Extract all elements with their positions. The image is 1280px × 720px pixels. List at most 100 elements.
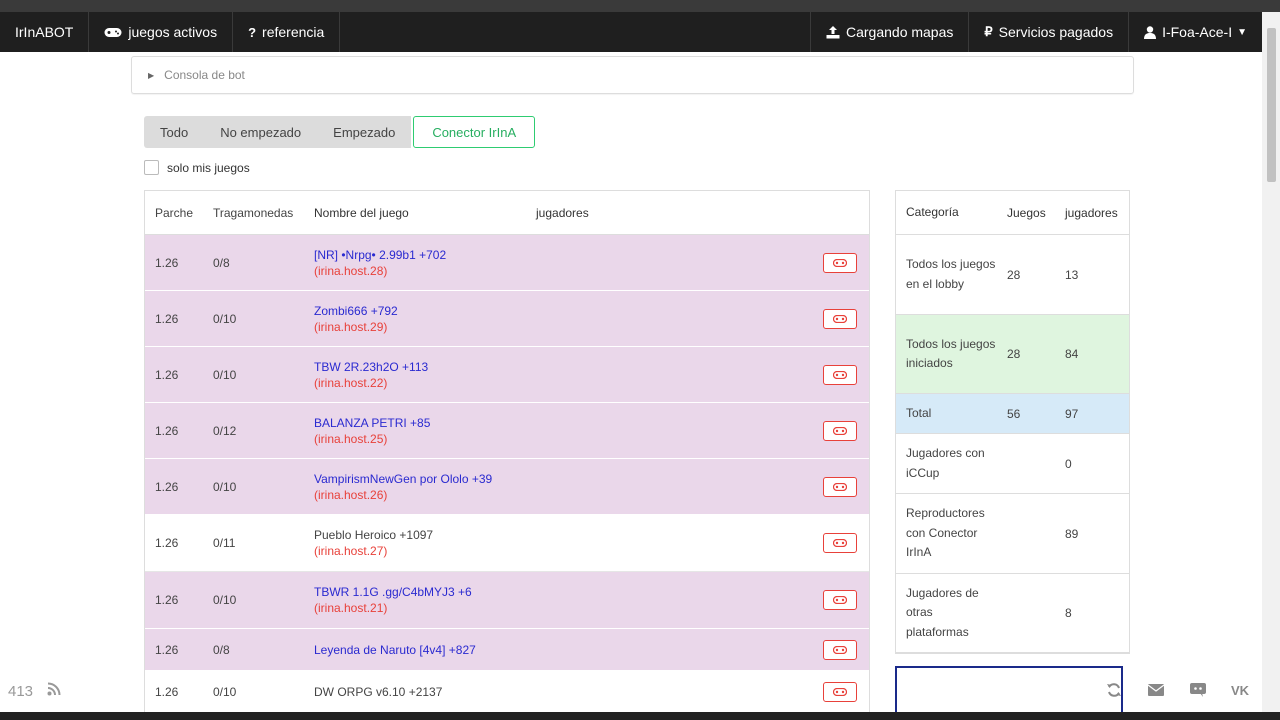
row-game: Pueblo Heroico +1097 (irina.host.27) <box>304 528 526 558</box>
game-name-link[interactable]: DW ORPG v6.10 +2137 <box>314 685 526 699</box>
table-row: 1.26 0/10 VampirismNewGen por Ololo +39 (ir… <box>145 459 869 515</box>
stats-players: 8 <box>1065 606 1072 620</box>
join-game-button[interactable] <box>823 533 857 553</box>
stats-players: 97 <box>1065 406 1079 421</box>
vk-icon[interactable]: VK <box>1230 680 1250 700</box>
game-name-link[interactable]: Leyenda de Naruto [4v4] +827 <box>314 643 526 657</box>
social-links: VK <box>1104 680 1250 700</box>
gamepad-icon <box>833 539 847 547</box>
row-patch: 1.26 <box>155 255 179 270</box>
nav-reference-label: referencia <box>262 24 325 40</box>
gamepad-icon <box>833 645 847 654</box>
game-name-link[interactable]: [NR] •Nrpg• 2.99b1 +702 <box>314 248 526 262</box>
table-row: 1.26 0/8 [NR] •Nrpg• 2.99b1 +702 (irina.hos… <box>145 235 869 291</box>
page-scrollbar[interactable] <box>1262 12 1280 720</box>
table-row: 1.26 0/10 DW ORPG v6.10 +2137 <box>145 671 869 713</box>
nav-active-games[interactable]: juegos activos <box>89 12 234 52</box>
tab-irina-connector[interactable]: Conector IrInA <box>413 116 536 148</box>
join-game-button[interactable] <box>823 476 857 497</box>
tab-all[interactable]: Todo <box>144 116 204 148</box>
bot-console-panel[interactable]: ▶ Consola de bot <box>131 56 1134 94</box>
gamepad-icon <box>833 482 847 491</box>
game-host: (irina.host.26) <box>314 487 388 502</box>
games-table-header: Parche Tragamonedas Nombre del juego jug… <box>145 191 869 235</box>
header-category: Categoría <box>906 204 959 219</box>
top-navbar: IrInABOT juegos activos ? referencia Car… <box>0 12 1262 52</box>
stats-games: 28 <box>1007 267 1021 282</box>
join-game-button[interactable] <box>823 308 857 329</box>
join-game-button[interactable] <box>823 639 857 660</box>
game-name-link[interactable]: Zombi666 +792 <box>314 304 526 318</box>
game-filter-tabs: Todo No empezado Empezado Conector IrInA <box>144 116 536 148</box>
discord-icon[interactable] <box>1188 680 1208 700</box>
refresh-icon[interactable] <box>1104 680 1124 700</box>
row-game: [NR] •Nrpg• 2.99b1 +702 (irina.host.28) <box>304 248 526 278</box>
row-patch: 1.26 <box>155 642 179 657</box>
table-row: 1.26 0/8 Leyenda de Naruto [4v4] +827 <box>145 629 869 671</box>
join-game-button[interactable] <box>823 590 857 610</box>
row-game: Leyenda de Naruto [4v4] +827 <box>304 643 526 657</box>
rss-icon[interactable] <box>47 682 61 700</box>
row-slots: 0/10 <box>213 367 237 382</box>
game-name-link[interactable]: Pueblo Heroico +1097 <box>314 528 526 542</box>
stats-category: Total <box>906 405 932 420</box>
stats-category: Jugadores con iCCup <box>906 446 985 480</box>
row-slots: 0/10 <box>213 593 237 607</box>
join-game-button[interactable] <box>823 252 857 273</box>
scrollbar-thumb[interactable] <box>1267 28 1276 182</box>
row-game: TBWR 1.1G .gg/C4bMYJ3 +6 (irina.host.21) <box>304 585 526 615</box>
header-players: jugadores <box>536 205 589 220</box>
mail-icon[interactable] <box>1146 680 1166 700</box>
stats-category: Jugadores de otras plataformas <box>906 585 979 639</box>
stats-row: Jugadores de otras plataformas 8 <box>896 574 1129 653</box>
stats-games: 56 <box>1007 406 1021 421</box>
tab-started[interactable]: Empezado <box>317 116 411 148</box>
ruble-icon: ₽ <box>984 24 993 39</box>
nav-paid-services[interactable]: ₽ Servicios pagados <box>968 12 1128 52</box>
games-table: Parche Tragamonedas Nombre del juego jug… <box>144 190 870 720</box>
game-name-link[interactable]: VampirismNewGen por Ololo +39 <box>314 472 526 486</box>
nav-loading-maps[interactable]: Cargando mapas <box>809 12 968 52</box>
join-game-button[interactable] <box>823 420 857 441</box>
brand-label: IrInABOT <box>15 24 74 40</box>
game-host: (irina.host.22) <box>314 375 388 390</box>
table-row: 1.26 0/12 BALANZA PETRI +85 (irina.host.25) <box>145 403 869 459</box>
join-game-button[interactable] <box>823 681 857 702</box>
gamepad-icon <box>833 596 847 604</box>
gamepad-icon <box>833 426 847 435</box>
tab-not-started[interactable]: No empezado <box>204 116 317 148</box>
header-stats-players: jugadores <box>1065 205 1118 220</box>
join-game-button[interactable] <box>823 364 857 385</box>
row-patch: 1.26 <box>155 311 179 326</box>
table-row: 1.26 0/10 Zombi666 +792 (irina.host.29) <box>145 291 869 347</box>
row-slots: 0/10 <box>213 311 237 326</box>
game-name-link[interactable]: BALANZA PETRI +85 <box>314 416 526 430</box>
only-my-games-checkbox[interactable] <box>144 160 159 175</box>
nav-reference[interactable]: ? referencia <box>233 12 341 52</box>
user-menu[interactable]: I-Foa-Ace-I ▼ <box>1128 12 1262 52</box>
game-host: (irina.host.29) <box>314 319 388 334</box>
game-name-link[interactable]: TBWR 1.1G .gg/C4bMYJ3 +6 <box>314 585 526 599</box>
stats-table-header: Categoría Juegos jugadores <box>896 191 1129 235</box>
stats-players: 89 <box>1065 526 1079 541</box>
row-slots: 0/8 <box>213 255 230 270</box>
game-host: (irina.host.21) <box>314 601 388 615</box>
games-table-body: 1.26 0/8 [NR] •Nrpg• 2.99b1 +702 (irina.hos… <box>145 235 869 713</box>
window-top-strip <box>0 0 1280 12</box>
brand-link[interactable]: IrInABOT <box>0 12 90 52</box>
game-host: (irina.host.25) <box>314 431 388 446</box>
user-icon <box>1144 25 1157 39</box>
stats-row: Total 56 97 <box>896 394 1129 434</box>
question-icon: ? <box>248 24 257 40</box>
game-name-link[interactable]: TBW 2R.23h2O +113 <box>314 360 526 374</box>
online-counter: 413 <box>8 682 61 700</box>
gamepad-icon <box>833 314 847 323</box>
header-game-name: Nombre del juego <box>314 205 409 220</box>
stats-row: Todos los juegos iniciados 28 84 <box>896 315 1129 394</box>
stats-category: Todos los juegos en el lobby <box>906 257 996 291</box>
gamepad-icon <box>104 27 122 38</box>
upload-icon <box>826 25 840 39</box>
user-name: I-Foa-Ace-I <box>1162 24 1233 40</box>
row-slots: 0/10 <box>213 684 237 699</box>
row-slots: 0/8 <box>213 642 230 657</box>
